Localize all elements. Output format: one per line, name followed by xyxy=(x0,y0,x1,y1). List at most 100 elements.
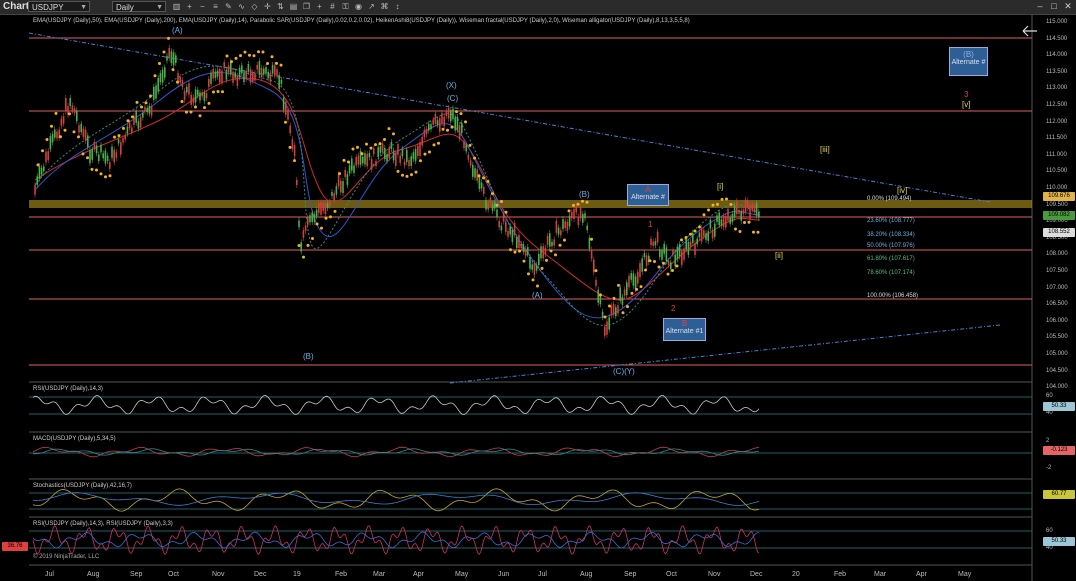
sar-dot xyxy=(513,250,517,254)
sar-dot xyxy=(594,269,598,273)
candle-body xyxy=(436,120,439,125)
candle-body xyxy=(595,279,597,286)
sar-dot xyxy=(729,202,733,206)
candle-body xyxy=(232,71,234,83)
candle-body xyxy=(447,108,450,119)
candle-body xyxy=(71,105,74,111)
candle-body xyxy=(73,108,76,114)
candle-body xyxy=(65,97,67,112)
sar-dot xyxy=(347,160,350,164)
sar-dot xyxy=(684,236,688,240)
candle-body xyxy=(230,61,232,75)
candle-body xyxy=(414,148,417,162)
candle-body xyxy=(337,174,340,187)
sar-dot xyxy=(648,259,652,263)
sar-dot xyxy=(104,175,107,179)
candle-body xyxy=(38,165,41,179)
sar-dot xyxy=(405,174,409,178)
candle-body xyxy=(707,231,709,241)
price-axis-tick: 115.000 xyxy=(1046,19,1068,25)
candle-body xyxy=(544,247,547,255)
candle-body xyxy=(599,296,602,305)
candle-body xyxy=(318,202,320,213)
rsi2-value-box: 50.33 xyxy=(1043,537,1075,546)
candle-body xyxy=(181,79,184,88)
candle-body xyxy=(159,73,162,83)
sar-dot xyxy=(158,62,161,66)
candle-body xyxy=(489,197,492,203)
wave-label: (C)(Y) xyxy=(613,367,635,376)
time-axis-tick: Apr xyxy=(916,571,927,578)
candle-body xyxy=(247,63,250,72)
price-axis-tick: 104.500 xyxy=(1046,367,1068,374)
candle-body xyxy=(128,122,131,129)
sar-dot xyxy=(41,149,44,153)
wave-label: 3 xyxy=(964,90,969,99)
candle-body xyxy=(199,92,201,101)
wave-label: (A) xyxy=(172,26,183,35)
candle-body xyxy=(254,72,256,81)
candle-body xyxy=(421,137,423,146)
sar-dot xyxy=(608,304,611,308)
sar-dot xyxy=(113,135,116,139)
price-axis-tick: 110.500 xyxy=(1046,168,1068,175)
candle-body xyxy=(742,209,745,215)
candle-body xyxy=(401,149,404,157)
sar-dot xyxy=(315,222,319,226)
candle-body xyxy=(302,230,305,238)
candle-body xyxy=(304,225,307,231)
sar-dot xyxy=(644,268,647,272)
candle-body xyxy=(610,305,613,316)
sar-dot xyxy=(311,237,314,241)
sar-dot xyxy=(50,124,53,128)
fib-level: 100.00% (106.458) xyxy=(867,293,919,299)
macd-pane xyxy=(29,446,1032,458)
candle-body xyxy=(516,237,518,249)
candle-body xyxy=(634,276,637,289)
candle-body xyxy=(586,225,588,231)
candle-body xyxy=(667,260,670,266)
candle-body xyxy=(549,233,551,247)
candle-body xyxy=(564,221,566,229)
candle-body xyxy=(155,85,157,99)
candle-body xyxy=(566,221,569,231)
candle-body xyxy=(300,242,302,252)
candle-body xyxy=(445,111,448,116)
wave-label: 2 xyxy=(671,304,676,313)
candle-body xyxy=(461,122,463,134)
candle-body xyxy=(709,219,712,229)
candle-body xyxy=(604,326,606,336)
sar-dot xyxy=(365,142,368,146)
candle-body xyxy=(285,101,287,115)
sar-dot xyxy=(657,265,661,269)
candle-body xyxy=(505,221,507,233)
candle-body xyxy=(271,64,274,74)
oscillator-line xyxy=(32,525,760,555)
sar-dot xyxy=(554,253,557,257)
candle-body xyxy=(326,203,329,209)
candle-body xyxy=(408,160,410,167)
sar-dot xyxy=(468,143,472,147)
candle-body xyxy=(135,111,137,123)
sar-dot xyxy=(743,220,746,224)
candle-body xyxy=(205,93,208,99)
sar-dot xyxy=(302,255,305,259)
sar-dot xyxy=(180,99,184,103)
sar-dot xyxy=(653,260,656,264)
stoch-value-box: 60.77 xyxy=(1043,490,1075,499)
candle-body xyxy=(146,107,148,113)
candle-body xyxy=(753,205,756,213)
candle-body xyxy=(120,142,122,155)
sar-dot xyxy=(68,112,71,116)
candle-body xyxy=(718,212,720,226)
macd-axis-2: 2 xyxy=(1046,438,1050,444)
sar-dot xyxy=(189,110,193,114)
sar-dot xyxy=(711,203,715,207)
sar-dot xyxy=(162,50,166,54)
candle-body xyxy=(315,209,318,217)
time-axis-tick: 19 xyxy=(293,571,301,578)
candle-body xyxy=(731,213,734,222)
sar-dot xyxy=(185,110,188,114)
sar-dot xyxy=(270,55,274,59)
candle-body xyxy=(727,208,729,221)
